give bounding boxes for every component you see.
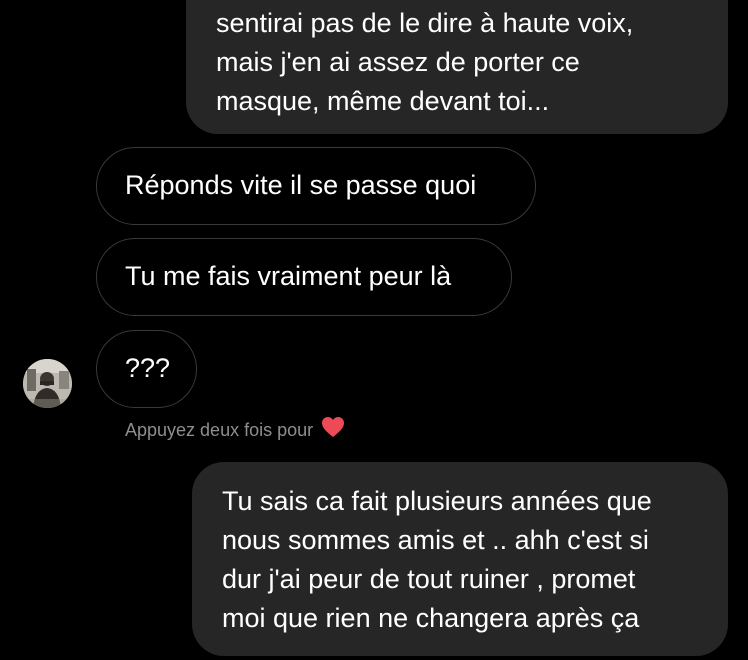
avatar-photo: [23, 359, 72, 408]
incoming-message-bubble[interactable]: ???: [96, 330, 197, 408]
message-text-line: moi que rien ne changera après ça: [222, 603, 640, 633]
reaction-hint: Appuyez deux fois pour: [125, 416, 345, 444]
incoming-message-bubble[interactable]: Réponds vite il se passe quoi: [96, 147, 536, 225]
message-text-line: Tu sais ca fait plusieurs années que: [222, 486, 652, 516]
message-text: Tu me fais vraiment peur là: [125, 261, 452, 291]
heart-icon[interactable]: [321, 416, 345, 444]
message-text-line: dur j'ai peur de tout ruiner , promet: [222, 564, 636, 594]
outgoing-message-bubble[interactable]: Tu sais ca fait plusieurs années que nou…: [192, 462, 728, 656]
message-text-line: nous sommes amis et .. ahh c'est si: [222, 525, 649, 555]
outgoing-message-bubble[interactable]: sentirai pas de le dire à haute voix, ma…: [186, 0, 728, 134]
message-text: Réponds vite il se passe quoi: [125, 170, 477, 200]
incoming-message-bubble[interactable]: Tu me fais vraiment peur là: [96, 238, 512, 316]
reaction-hint-text: Appuyez deux fois pour: [125, 420, 314, 440]
message-text-line: sentirai pas de le dire à haute voix,: [216, 8, 634, 38]
message-text: ???: [125, 353, 171, 383]
message-text-line: mais j'en ai assez de porter ce: [216, 47, 580, 77]
avatar[interactable]: [23, 359, 72, 408]
message-text-line: masque, même devant toi...: [216, 86, 550, 116]
